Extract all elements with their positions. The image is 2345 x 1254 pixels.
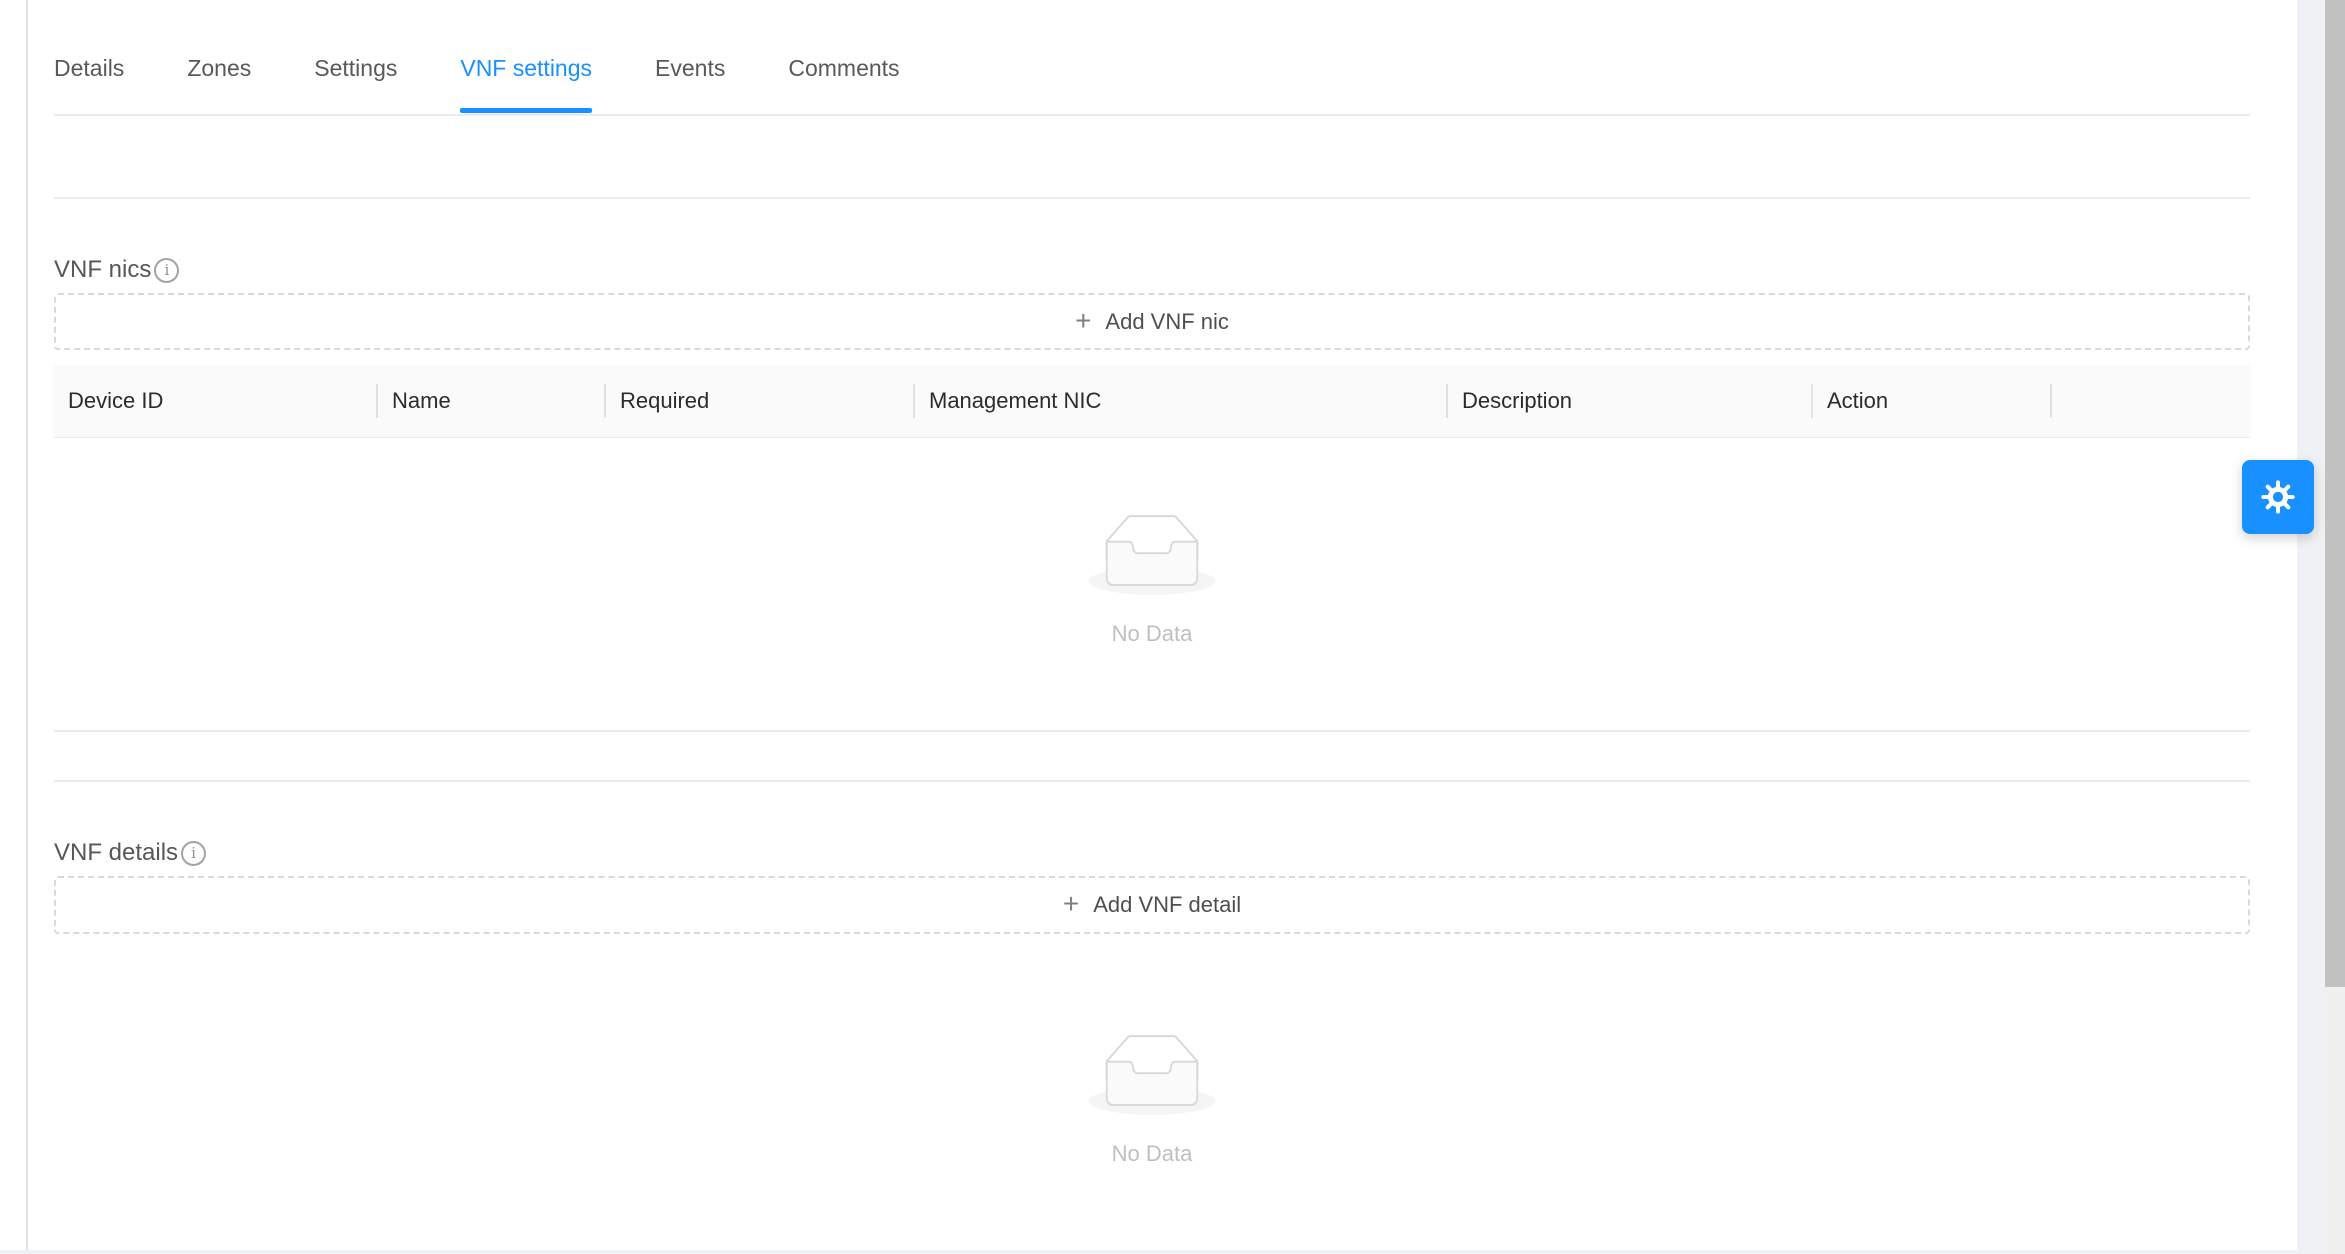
section-divider bbox=[54, 780, 2250, 782]
column-header-required: Required bbox=[606, 365, 915, 437]
vnf-nics-title: VNF nics bbox=[54, 256, 151, 284]
tab-comments[interactable]: Comments bbox=[788, 0, 899, 114]
add-vnf-detail-label: Add VNF detail bbox=[1093, 892, 1241, 918]
main-content: Details Zones Settings VNF settings Even… bbox=[54, 0, 2250, 1227]
info-icon[interactable]: i bbox=[154, 258, 179, 283]
column-header-name: Name bbox=[378, 365, 606, 437]
bottom-gutter bbox=[0, 1250, 2297, 1254]
tab-details[interactable]: Details bbox=[54, 0, 124, 114]
no-data-text: No Data bbox=[1112, 621, 1193, 647]
no-data-text: No Data bbox=[1112, 1141, 1193, 1167]
tab-events[interactable]: Events bbox=[655, 0, 725, 114]
column-header-description: Description bbox=[1448, 365, 1813, 437]
tab-bar: Details Zones Settings VNF settings Even… bbox=[54, 0, 2250, 116]
scrollbar-track bbox=[2325, 0, 2345, 1254]
scrollbar-thumb[interactable] bbox=[2325, 0, 2345, 987]
info-icon[interactable]: i bbox=[181, 841, 206, 866]
column-header-management-nic: Management NIC bbox=[915, 365, 1448, 437]
tab-zones[interactable]: Zones bbox=[187, 0, 251, 114]
gear-icon bbox=[2259, 478, 2297, 516]
empty-inbox-icon bbox=[1089, 1034, 1215, 1115]
add-vnf-nic-button[interactable]: + Add VNF nic bbox=[54, 293, 2250, 350]
plus-icon: + bbox=[1075, 307, 1091, 335]
column-header-spacer bbox=[2052, 365, 2250, 437]
section-divider bbox=[54, 197, 2250, 199]
vnf-nics-empty-state: No Data bbox=[54, 438, 2250, 732]
vnf-settings-page: Details Zones Settings VNF settings Even… bbox=[0, 0, 2345, 1254]
vnf-nics-table-header: Device ID Name Required Management NIC D… bbox=[54, 365, 2250, 438]
settings-fab-button[interactable] bbox=[2242, 460, 2314, 534]
add-vnf-nic-label: Add VNF nic bbox=[1105, 309, 1229, 335]
empty-inbox-icon bbox=[1089, 514, 1215, 595]
panel-left-border bbox=[26, 0, 28, 1250]
vnf-details-title: VNF details bbox=[54, 839, 178, 867]
column-header-action: Action bbox=[1813, 365, 2052, 437]
plus-icon: + bbox=[1063, 890, 1079, 918]
column-header-device-id: Device ID bbox=[54, 365, 378, 437]
vnf-details-empty-state: No Data bbox=[54, 934, 2250, 1227]
vnf-details-heading: VNF details i bbox=[54, 838, 2250, 868]
tab-settings[interactable]: Settings bbox=[314, 0, 397, 114]
right-gutter bbox=[2297, 0, 2325, 1254]
tab-vnf-settings[interactable]: VNF settings bbox=[460, 0, 592, 114]
add-vnf-detail-button[interactable]: + Add VNF detail bbox=[54, 876, 2250, 934]
vnf-nics-heading: VNF nics i bbox=[54, 255, 2250, 285]
